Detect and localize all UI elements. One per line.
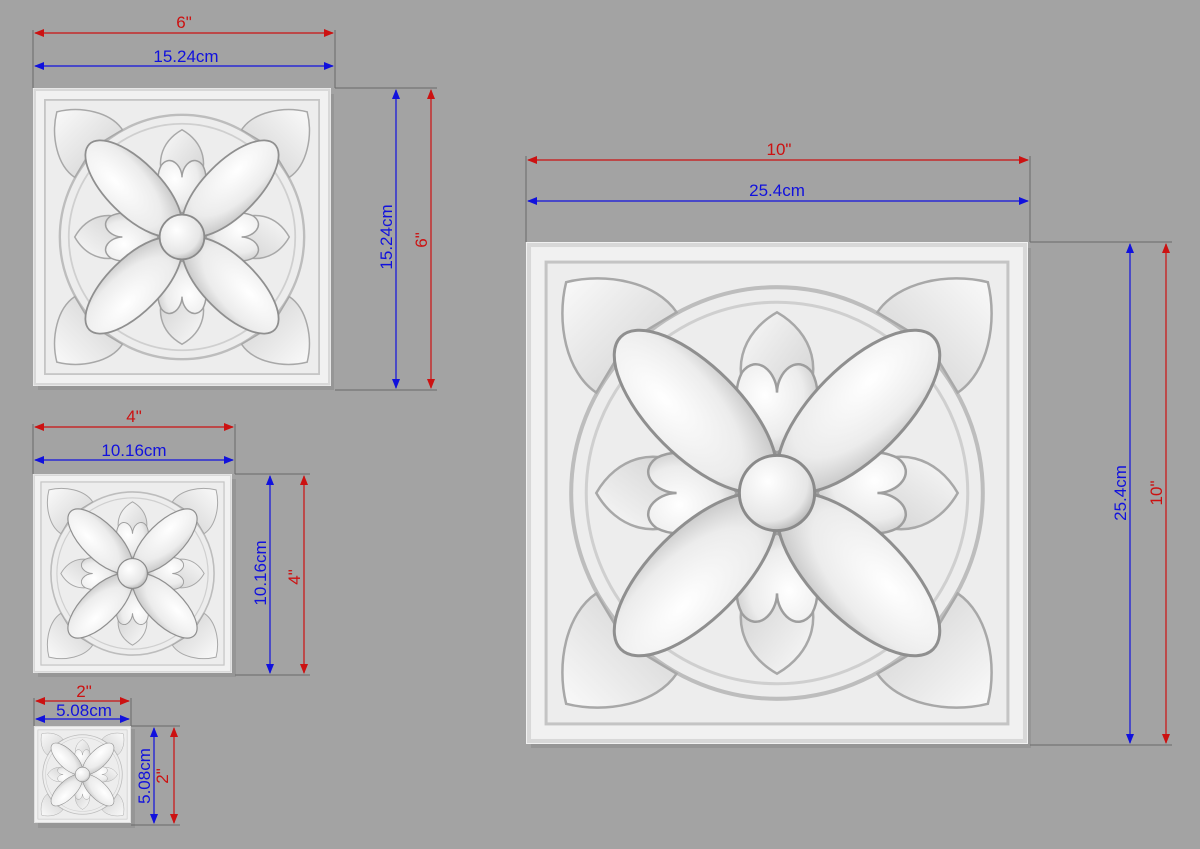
width-inch-label: 6" (176, 13, 192, 32)
rosette-size-diagram: 6" 15.24cm 15.24cm 6" 4" 10.16cm 10.16cm… (32, 13, 1172, 828)
height-cm-label: 25.4cm (1111, 465, 1130, 521)
width-cm-label: 25.4cm (749, 181, 805, 200)
rosette-tile-4in (33, 474, 232, 673)
height-cm-label: 5.08cm (135, 748, 154, 804)
rosette-tile-10in (526, 242, 1028, 744)
width-cm-label: 10.16cm (101, 441, 166, 460)
height-inch-label: 2" (153, 768, 172, 784)
height-inch-label: 4" (285, 569, 304, 585)
tile-10in-group: 10" 25.4cm 25.4cm 10" (525, 140, 1172, 748)
tile-4in-group: 4" 10.16cm 10.16cm 4" (32, 407, 310, 677)
height-inch-label: 6" (412, 232, 431, 248)
tile-2in-group: 2" 5.08cm 5.08cm 2" (33, 682, 180, 828)
width-inch-label: 2" (76, 682, 92, 701)
width-inch-label: 4" (126, 407, 142, 426)
width-cm-label: 5.08cm (56, 701, 112, 720)
rosette-tile-2in (34, 726, 131, 823)
width-cm-label: 15.24cm (153, 47, 218, 66)
height-cm-label: 10.16cm (251, 540, 270, 605)
width-inch-label: 10" (767, 140, 792, 159)
rosette-tile-6in (33, 88, 331, 386)
height-inch-label: 10" (1147, 481, 1166, 506)
tile-6in-group: 6" 15.24cm 15.24cm 6" (32, 13, 437, 391)
height-cm-label: 15.24cm (377, 204, 396, 269)
